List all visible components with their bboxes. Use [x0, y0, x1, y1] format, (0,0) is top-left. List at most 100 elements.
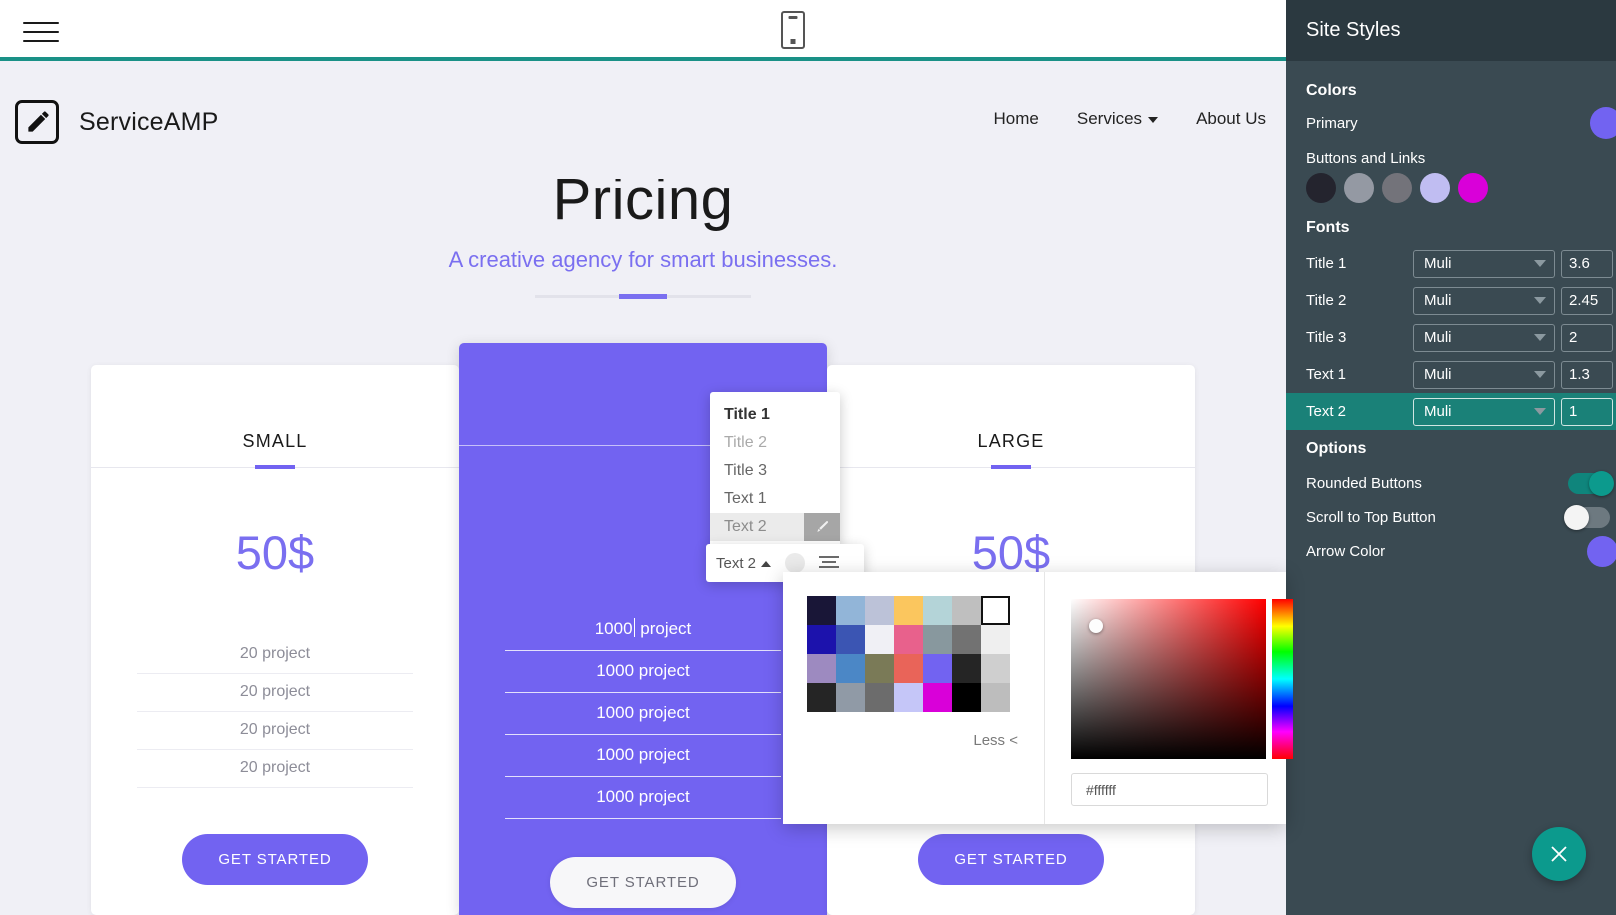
color-swatch[interactable] [923, 596, 952, 625]
color-swatch[interactable] [865, 625, 894, 654]
button-color-swatch-4[interactable] [1420, 173, 1450, 203]
chevron-down-icon [1534, 408, 1546, 415]
align-center-icon[interactable] [819, 555, 840, 571]
paintbrush-icon[interactable] [804, 513, 840, 541]
saturation-value-area[interactable] [1071, 599, 1266, 759]
button-color-swatch-1[interactable] [1306, 173, 1336, 203]
option-label: Rounded Buttons [1306, 474, 1422, 492]
list-item: 20 project [137, 674, 413, 712]
site-nav: Home Services About Us [994, 109, 1266, 129]
color-swatch[interactable] [981, 625, 1010, 654]
font-size-input-title-1[interactable]: 3.6 [1561, 249, 1613, 278]
less-toggle-link[interactable]: Less < [973, 732, 1018, 749]
toolbar-style-selector[interactable]: Text 2 [716, 555, 772, 572]
toggle-knob [1564, 504, 1589, 530]
color-swatch[interactable] [952, 654, 981, 683]
device-speaker [788, 16, 798, 19]
divider-accent [619, 294, 667, 299]
font-row-text-1: Text 1 Muli 1.3 [1286, 356, 1616, 393]
button-color-swatch-5[interactable] [1458, 173, 1488, 203]
color-swatch[interactable] [952, 596, 981, 625]
list-item-label: 1000 [594, 619, 633, 638]
toolbar-color-swatch[interactable] [785, 553, 806, 573]
font-size-input-text-1[interactable]: 1.3 [1561, 360, 1613, 389]
color-swatch[interactable] [894, 625, 923, 654]
color-swatch[interactable] [981, 596, 1010, 625]
font-family-select-title-1[interactable]: Muli [1413, 249, 1555, 278]
color-swatch[interactable] [952, 683, 981, 712]
site-styles-panel: Site Styles Colors Primary Buttons and L… [1286, 0, 1616, 915]
get-started-button[interactable]: GET STARTED [918, 834, 1104, 885]
get-started-button[interactable]: GET STARTED [550, 857, 736, 908]
hue-slider[interactable] [1272, 599, 1293, 759]
page-title[interactable]: Pricing [0, 171, 1286, 229]
saturation-cursor[interactable] [1089, 619, 1103, 633]
font-family-select-title-2[interactable]: Muli [1413, 286, 1555, 315]
font-size-input-title-2[interactable]: 2.45 [1561, 286, 1613, 315]
buttons-links-swatches [1286, 167, 1616, 213]
color-swatch[interactable] [807, 625, 836, 654]
mobile-device-icon[interactable] [781, 11, 805, 49]
option-label: Arrow Color [1306, 542, 1386, 560]
list-item-label-rest: project [635, 619, 692, 638]
pencil-glyph [28, 111, 49, 132]
card-rule-accent [255, 465, 295, 469]
brand[interactable]: ServiceAMP [15, 100, 219, 144]
font-size-input-title-3[interactable]: 2 [1561, 323, 1613, 352]
arrow-color-swatch[interactable] [1587, 535, 1616, 567]
style-option-text-2[interactable]: Text 2 [710, 513, 840, 541]
get-started-button[interactable]: GET STARTED [182, 834, 368, 885]
color-swatch[interactable] [836, 683, 865, 712]
style-option-title-3[interactable]: Title 3 [710, 457, 840, 485]
primary-color-swatch[interactable] [1590, 107, 1616, 139]
device-home-button [790, 39, 796, 44]
nav-item-services[interactable]: Services [1077, 109, 1159, 129]
font-family-select-title-3[interactable]: Muli [1413, 323, 1555, 352]
color-swatch[interactable] [836, 596, 865, 625]
color-swatch[interactable] [981, 654, 1010, 683]
font-family-select-text-2[interactable]: Muli [1413, 397, 1555, 426]
color-swatch[interactable] [807, 654, 836, 683]
list-item[interactable]: 1000 project [505, 608, 781, 651]
color-swatch[interactable] [836, 654, 865, 683]
primary-color-row: Primary [1286, 107, 1616, 139]
style-option-title-2[interactable]: Title 2 [710, 429, 840, 457]
card-title: LARGE [977, 431, 1045, 451]
color-swatch[interactable] [865, 654, 894, 683]
hex-color-input[interactable]: #ffffff [1071, 773, 1268, 806]
color-swatch[interactable] [807, 683, 836, 712]
color-picker-gradient-pane: #ffffff [1044, 572, 1293, 824]
pricing-card-small[interactable]: SMALL 50$ 20 project 20 project 20 proje… [91, 365, 459, 915]
button-color-swatch-3[interactable] [1382, 173, 1412, 203]
scroll-to-top-toggle[interactable] [1564, 504, 1610, 530]
font-family-value: Muli [1424, 366, 1452, 383]
style-option-title-1[interactable]: Title 1 [710, 401, 840, 429]
font-family-select-text-1[interactable]: Muli [1413, 360, 1555, 389]
color-swatch[interactable] [865, 596, 894, 625]
color-swatch[interactable] [807, 596, 836, 625]
color-swatch[interactable] [923, 683, 952, 712]
pricing-header: Pricing A creative agency for smart busi… [0, 171, 1286, 299]
color-swatch[interactable] [894, 683, 923, 712]
color-swatch[interactable] [865, 683, 894, 712]
font-row-label: Title 3 [1306, 329, 1347, 346]
nav-item-home[interactable]: Home [994, 109, 1039, 129]
color-swatch[interactable] [836, 625, 865, 654]
color-swatch[interactable] [923, 625, 952, 654]
nav-item-about-us[interactable]: About Us [1196, 109, 1266, 129]
color-swatch[interactable] [952, 625, 981, 654]
editor-topbar [0, 0, 1286, 61]
list-item: 1000 project [505, 735, 781, 777]
page-subtitle[interactable]: A creative agency for smart businesses. [0, 247, 1286, 273]
rounded-buttons-toggle[interactable] [1568, 470, 1614, 496]
close-panel-button[interactable] [1532, 827, 1586, 881]
style-option-text-1[interactable]: Text 1 [710, 485, 840, 513]
hamburger-menu-icon[interactable] [23, 15, 59, 45]
color-swatch[interactable] [894, 654, 923, 683]
color-swatch[interactable] [981, 683, 1010, 712]
color-swatch[interactable] [894, 596, 923, 625]
section-divider [535, 294, 751, 299]
font-size-input-text-2[interactable]: 1 [1561, 397, 1613, 426]
color-swatch[interactable] [923, 654, 952, 683]
button-color-swatch-2[interactable] [1344, 173, 1374, 203]
